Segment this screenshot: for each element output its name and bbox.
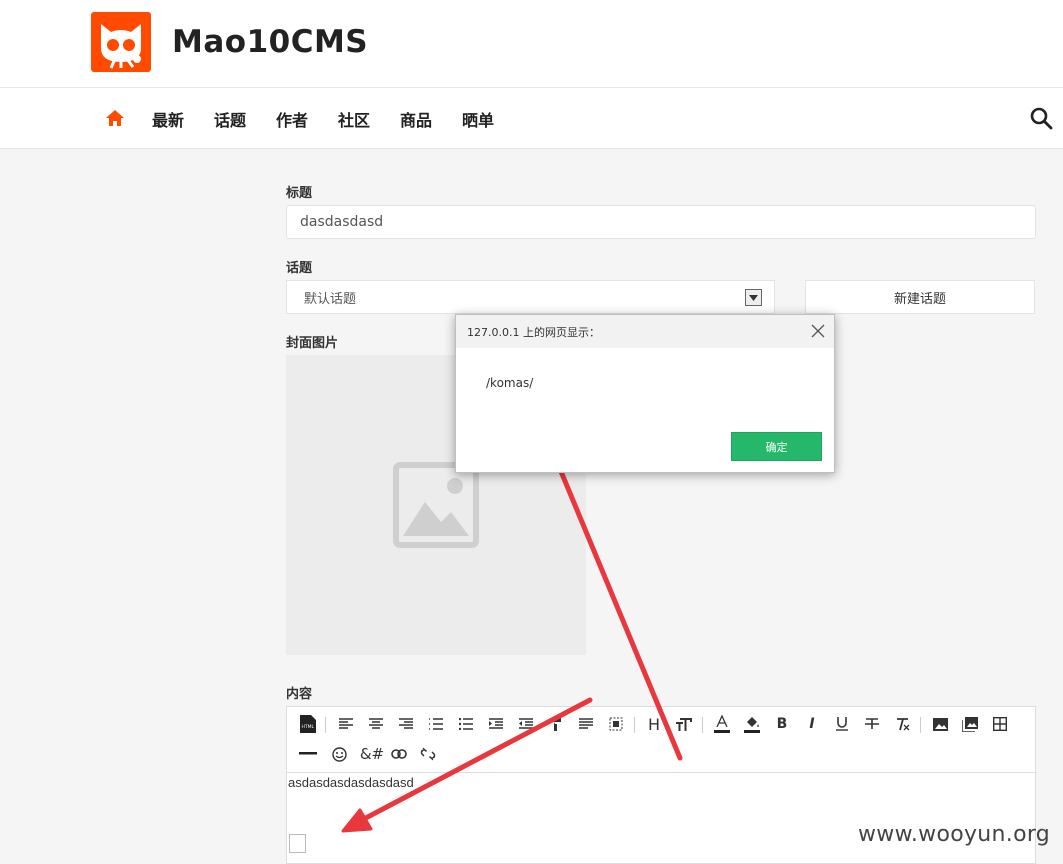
topic-select-value: 默认话题	[304, 291, 357, 307]
indent-icon[interactable]	[485, 713, 507, 735]
background-color-icon[interactable]	[741, 713, 763, 735]
title-label: 标题	[286, 186, 313, 201]
ordered-list-icon[interactable]	[425, 713, 447, 735]
nav-item-latest[interactable]: 最新	[152, 107, 184, 131]
horizontal-rule-icon[interactable]	[297, 743, 319, 765]
clear-format-icon[interactable]	[891, 713, 913, 735]
align-center-icon[interactable]	[365, 713, 387, 735]
toolbar-separator	[920, 717, 921, 733]
toolbar-separator	[325, 717, 326, 733]
bold-icon[interactable]: B	[771, 713, 793, 735]
align-right-icon[interactable]	[395, 713, 417, 735]
nav-item-showcase[interactable]: 晒单	[462, 107, 494, 131]
special-chars-icon[interactable]: &#	[359, 743, 385, 765]
topic-select[interactable]: 默认话题	[286, 280, 775, 314]
nav-item-topics[interactable]: 话题	[214, 107, 246, 131]
broken-image-icon	[289, 834, 306, 853]
cover-label: 封面图片	[286, 336, 339, 351]
alert-dialog: 127.0.0.1 上的网页显示： /komas/ 确定	[455, 314, 835, 473]
site-header: Mao10CMS	[0, 0, 1063, 88]
font-color-icon[interactable]	[711, 713, 733, 735]
dialog-message: /komas/	[486, 376, 534, 390]
insert-image-icon[interactable]	[929, 713, 951, 735]
unordered-list-icon[interactable]	[455, 713, 477, 735]
nav-item-community[interactable]: 社区	[338, 107, 370, 131]
outdent-icon[interactable]	[515, 713, 537, 735]
font-size-icon[interactable]	[673, 713, 695, 735]
site-title[interactable]: Mao10CMS	[172, 24, 368, 60]
search-icon[interactable]	[1029, 106, 1053, 130]
content-label: 内容	[286, 687, 313, 702]
home-icon[interactable]	[104, 107, 126, 129]
nav-item-authors[interactable]: 作者	[276, 107, 308, 131]
topic-label: 话题	[286, 261, 313, 276]
format-painter-icon[interactable]	[545, 713, 567, 735]
toolbar-separator	[634, 717, 635, 733]
close-icon[interactable]	[810, 323, 826, 339]
select-all-icon[interactable]	[605, 713, 627, 735]
chevron-down-icon[interactable]	[745, 289, 762, 306]
underline-icon[interactable]	[831, 713, 853, 735]
watermark: www.wooyun.org	[858, 822, 1051, 847]
unlink-icon[interactable]	[417, 743, 439, 765]
editor-content[interactable]: asdasdasdasdasdasd	[288, 775, 414, 790]
editor-toolbar: HTML H B I &#	[287, 707, 1035, 773]
new-topic-button[interactable]: 新建话题	[805, 280, 1035, 314]
italic-icon[interactable]: I	[801, 713, 823, 735]
image-placeholder-icon	[393, 462, 479, 548]
multi-image-icon[interactable]	[959, 713, 981, 735]
nav-item-products[interactable]: 商品	[400, 107, 432, 131]
table-icon[interactable]	[989, 713, 1011, 735]
html-source-icon[interactable]: HTML	[297, 713, 319, 735]
align-left-icon[interactable]	[335, 713, 357, 735]
main-nav: 最新 话题 作者 社区 商品 晒单	[0, 88, 1063, 149]
title-input[interactable]: dasdasdasd	[286, 205, 1036, 239]
dialog-header: 127.0.0.1 上的网页显示：	[456, 315, 834, 348]
dialog-title: 127.0.0.1 上的网页显示：	[467, 326, 600, 339]
strikethrough-icon[interactable]	[861, 713, 883, 735]
svg-text:HTML: HTML	[302, 724, 315, 730]
toolbar-separator	[702, 717, 703, 733]
link-icon[interactable]	[388, 743, 410, 765]
justify-icon[interactable]	[575, 713, 597, 735]
emoji-icon[interactable]	[328, 743, 350, 765]
cat-logo-icon[interactable]	[91, 12, 151, 72]
ok-button[interactable]: 确定	[731, 432, 822, 461]
heading-icon[interactable]: H	[643, 713, 665, 735]
